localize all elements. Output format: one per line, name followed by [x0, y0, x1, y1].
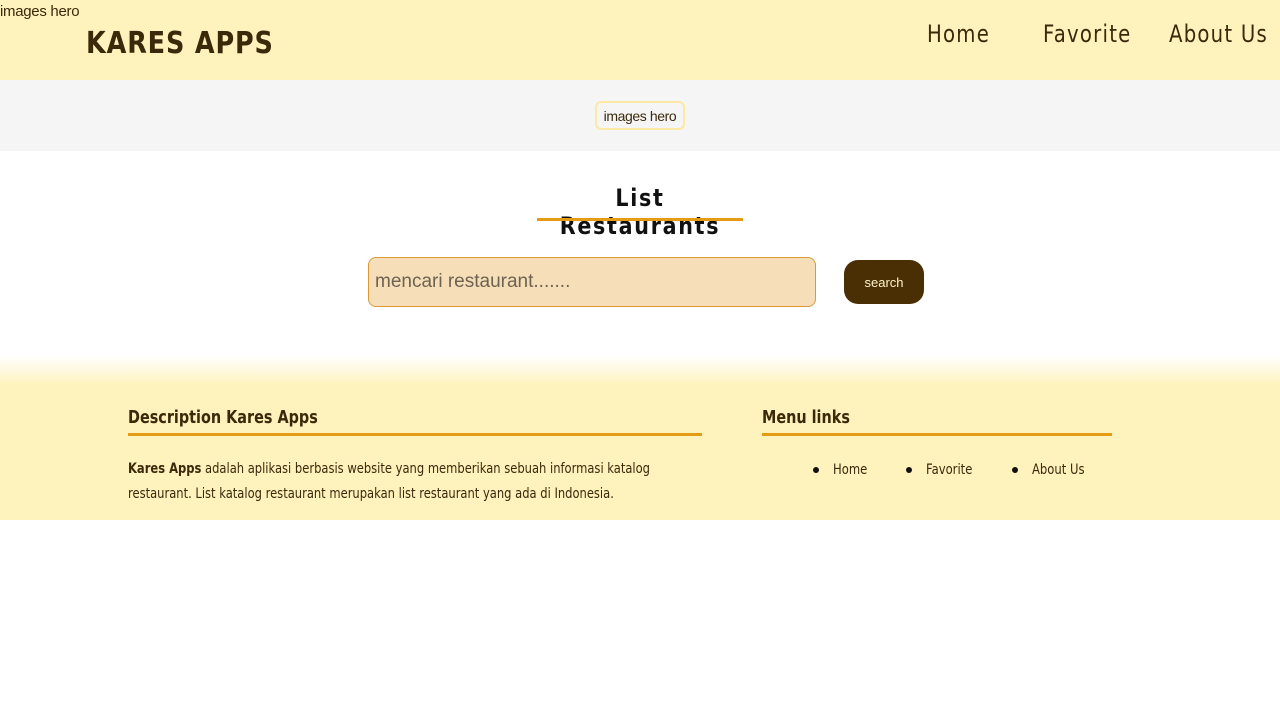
footer-menu-rule — [762, 433, 1112, 436]
footer-description-rule — [128, 433, 702, 436]
page-title: List Restaurants — [559, 184, 721, 240]
hero-section: images hero — [0, 80, 1280, 151]
footer-menu-heading: Menu links — [762, 407, 850, 428]
hero-image-alt: images hero — [603, 107, 677, 124]
nav-link-home[interactable]: Home — [927, 20, 990, 48]
footer-link-label: About Us — [1032, 461, 1085, 478]
title-underline — [537, 218, 743, 221]
bullet-icon — [813, 466, 819, 473]
footer-link-home[interactable]: Home — [813, 457, 876, 482]
site-header: images hero KARES APPS Home Favorite Abo… — [0, 0, 1280, 80]
footer-link-favorite[interactable]: Favorite — [906, 457, 984, 482]
footer-link-label: Home — [833, 461, 868, 478]
footer-link-about-us[interactable]: About Us — [1012, 457, 1098, 482]
nav-link-favorite[interactable]: Favorite — [1043, 20, 1131, 48]
footer-shadow — [0, 355, 1280, 383]
nav-link-about-us[interactable]: About Us — [1169, 20, 1268, 48]
site-footer: Description Kares Apps Kares Apps adalah… — [0, 382, 1280, 520]
hero-image: images hero — [595, 101, 685, 130]
search-input[interactable] — [368, 257, 816, 307]
footer-link-label: Favorite — [926, 461, 973, 478]
search-button[interactable]: search — [844, 260, 924, 304]
bullet-icon — [1012, 466, 1018, 473]
brand-title[interactable]: KARES APPS — [86, 26, 274, 61]
broken-hero-image: images hero — [0, 3, 80, 20]
footer-description-heading: Description Kares Apps — [128, 407, 318, 428]
footer-menu-list: Home Favorite About Us — [0, 457, 1280, 482]
bullet-icon — [906, 466, 912, 473]
